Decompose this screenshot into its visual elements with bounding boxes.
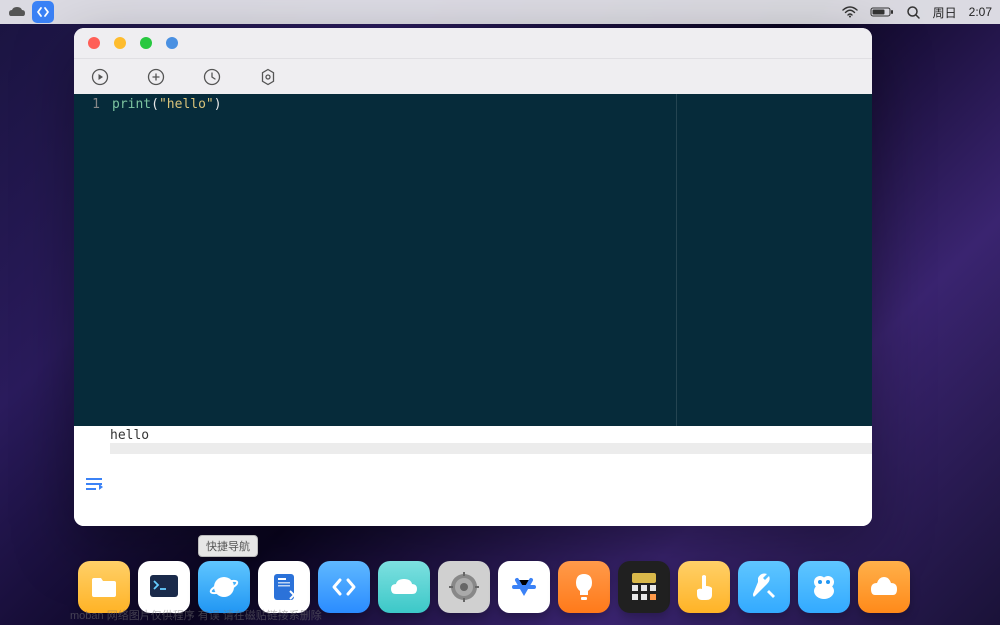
menubar-day[interactable]: 周日 [933,4,957,21]
dock-settings-icon[interactable] [438,561,490,613]
dock-cloud-icon[interactable] [378,561,430,613]
line-number: 1 [74,97,100,112]
editor-toolbar [74,58,872,94]
window-close-button[interactable] [88,37,100,49]
run-button[interactable] [90,67,110,87]
code-token-lparen: ( [151,97,159,112]
add-button[interactable] [146,67,166,87]
window-maximize-button[interactable] [140,37,152,49]
dock-browser-icon[interactable] [198,561,250,613]
code-token-rparen: ) [214,97,222,112]
watermark-text: moban 网络图片仅供程序 有误 请在磁贴链接系删除 [70,607,322,623]
dock-tools-icon[interactable] [738,561,790,613]
menubar-time[interactable]: 2:07 [969,5,992,19]
code-token-string: "hello" [159,97,214,112]
dock-tips-icon[interactable] [558,561,610,613]
code-content[interactable]: print("hello") [108,94,872,426]
window-extra-button[interactable] [166,37,178,49]
bottom-pane [74,454,872,526]
active-app-icon[interactable] [32,1,54,23]
menubar-left [8,1,54,23]
wifi-icon[interactable] [842,6,858,18]
settings-button[interactable] [258,67,278,87]
list-toggle-icon[interactable] [84,476,104,492]
dock-calculator-icon[interactable] [618,561,670,613]
dock-terminal-icon[interactable] [138,561,190,613]
dock-mouse-icon[interactable] [798,561,850,613]
dock-touch-icon[interactable] [678,561,730,613]
menubar-right: 周日 2:07 [842,4,992,21]
system-menubar: 周日 2:07 [0,0,1000,24]
search-icon[interactable] [906,5,921,20]
code-editor-window: 1 print("hello") hello [74,28,872,526]
editor-ruler [676,94,677,426]
dock-manual-icon[interactable] [258,561,310,613]
window-minimize-button[interactable] [114,37,126,49]
dock-store-icon[interactable] [498,561,550,613]
history-button[interactable] [202,67,222,87]
code-token-fn: print [112,97,151,112]
window-titlebar[interactable] [74,28,872,58]
dock-tooltip-text: 快捷导航 [206,541,250,553]
dock-logo-icon[interactable] [858,561,910,613]
battery-icon[interactable] [870,6,894,18]
output-text: hello [110,428,149,443]
os-logo-icon[interactable] [8,3,26,21]
line-gutter: 1 [74,94,108,426]
dock-code-icon[interactable] [318,561,370,613]
output-panel[interactable]: hello [74,426,872,454]
dock-tooltip: 快捷导航 [198,535,258,557]
code-editor-area[interactable]: 1 print("hello") [74,94,872,426]
dock-files-icon[interactable] [78,561,130,613]
